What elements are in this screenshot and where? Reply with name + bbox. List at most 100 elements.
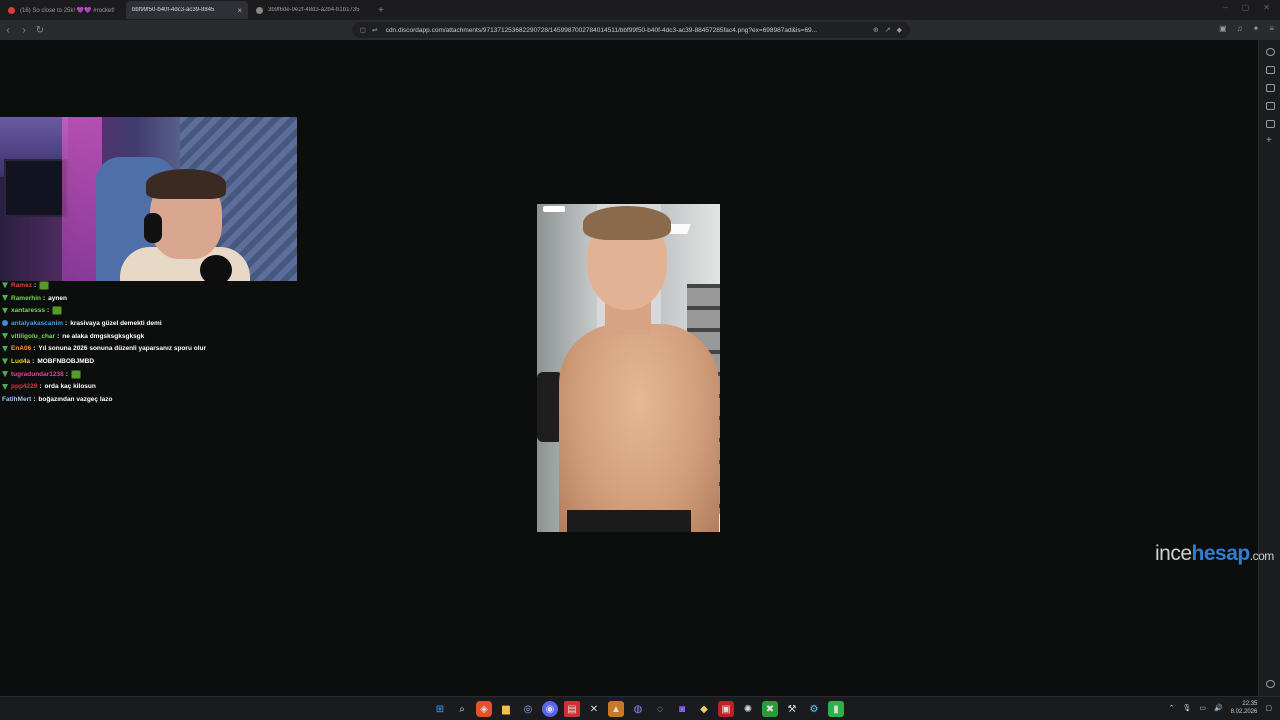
reader-icon[interactable]: ▣ <box>1219 24 1227 33</box>
bookmark-icon[interactable]: ◻ <box>360 26 366 34</box>
chat-username[interactable]: xantaresss <box>11 307 45 314</box>
gear-icon[interactable] <box>1266 680 1275 688</box>
chat-separator: : <box>32 357 35 365</box>
tab-active-image[interactable]: bbf99f50-b40f-4dc3-ac39-8845 × <box>126 1 248 19</box>
chat-username[interactable]: vitiligolu_char <box>11 333 55 340</box>
window-controls: – ▢ ✕ <box>1223 3 1270 12</box>
chat-text: boğazından vazgeç lazo <box>38 396 113 404</box>
notification-icon[interactable]: ▢ <box>1265 704 1272 712</box>
address-bar[interactable]: ◻ ⇌ cdn.discordapp.com/attachments/97137… <box>352 22 910 38</box>
maximize-icon[interactable]: ▢ <box>1242 3 1250 12</box>
microphone <box>200 255 232 281</box>
chat-username[interactable]: Lud4a <box>11 358 30 365</box>
xbox-icon[interactable]: ✖ <box>762 701 778 717</box>
chat-username[interactable]: tugradundar1238 <box>11 371 64 378</box>
wallet-icon[interactable] <box>1266 66 1275 74</box>
chat-separator: : <box>33 396 36 404</box>
tool-icon[interactable]: ⚒ <box>784 701 800 717</box>
chat-message: Ramez: <box>2 279 292 292</box>
chat-username[interactable]: Ramerhin <box>11 295 41 302</box>
chat-message: ppp4229: orda kaç kilosun <box>2 381 292 394</box>
tab-image-2[interactable]: 3b9f6de-9e2f-48d3-a2b4-b1b1735 <box>250 1 372 19</box>
screen: (16) So close to 25k! 💜💜 #rocket! bbf99f… <box>0 0 1280 720</box>
watermark-part3: .com <box>1249 549 1275 563</box>
subscriber-badge-icon <box>2 345 8 352</box>
chat-text: ne alaka dmgsksgksgksgk <box>62 332 145 340</box>
zoom-icon[interactable]: ⊕ <box>873 26 879 34</box>
calendar-icon[interactable]: ▤ <box>564 701 580 717</box>
discord-icon[interactable]: ◉ <box>542 701 558 717</box>
windows-start-icon[interactable]: ⊞ <box>432 701 448 717</box>
mic-icon[interactable]: 🎙 <box>1182 704 1191 712</box>
search-icon[interactable]: ⌕ <box>454 701 470 717</box>
openai-icon[interactable]: ✺ <box>740 701 756 717</box>
chrome-icon[interactable]: ◌ <box>652 701 668 717</box>
chat-text: orda kaç kilosun <box>44 383 96 391</box>
chat-message: Lud4a: MOBFNBOBJMBD <box>2 355 292 368</box>
leo-icon[interactable] <box>1266 48 1275 56</box>
url-text[interactable]: cdn.discordapp.com/attachments/971371253… <box>386 27 867 34</box>
share-icon[interactable]: ↗ <box>885 26 891 34</box>
cam-hair <box>146 169 226 199</box>
forward-icon[interactable]: › <box>16 25 32 36</box>
tab-title: 3b9f6de-9e2f-48d3-a2b4-b1b1735 <box>268 7 360 13</box>
browser-sidebar: + <box>1258 40 1280 696</box>
close-tab-icon[interactable]: × <box>237 6 242 15</box>
chat-emote-icon <box>70 369 81 379</box>
chat-emote-icon <box>52 306 63 316</box>
subscriber-badge-icon <box>2 383 8 390</box>
steam-icon[interactable]: ◎ <box>520 701 536 717</box>
watermark: incehesap.com <box>1155 542 1274 566</box>
network-icon[interactable]: ▭ <box>1199 704 1206 712</box>
shield-icon[interactable]: ◆ <box>897 26 902 34</box>
chat-separator: : <box>65 319 68 327</box>
chat-username[interactable]: antalyakascanim <box>11 320 63 327</box>
game-icon[interactable]: ▣ <box>718 701 734 717</box>
chat-username[interactable]: EnA06 <box>11 345 31 352</box>
globe-icon <box>256 6 263 14</box>
chat-text: krasivaya güzel demekti demi <box>70 319 162 327</box>
ai-icon[interactable]: ✦ <box>1253 24 1260 33</box>
chat-username[interactable]: Ramez <box>11 282 32 289</box>
menu-icon[interactable]: ≡ <box>1269 24 1274 33</box>
minimize-icon[interactable]: – <box>1223 3 1227 12</box>
displayed-photo <box>537 204 720 532</box>
chat-username[interactable]: ppp4229 <box>11 383 37 390</box>
reading-list-icon[interactable] <box>1266 120 1275 128</box>
bookmarks-icon[interactable] <box>1266 102 1275 110</box>
chat-text: MOBFNBOBJMBD <box>37 357 95 365</box>
close-window-icon[interactable]: ✕ <box>1263 3 1270 12</box>
subscriber-badge-icon <box>2 295 8 302</box>
spreadsheet-icon[interactable]: ▮ <box>828 701 844 717</box>
add-icon[interactable]: + <box>1266 136 1272 146</box>
chat-overlay: Ramez: Ramerhin: aynen xantaresss: antalyaka… <box>2 279 292 406</box>
chat-message: tugradundar1238: <box>2 368 292 381</box>
chat-username[interactable]: FatihMert <box>2 396 31 403</box>
chevron-up-icon[interactable]: ⌃ <box>1169 704 1175 712</box>
back-icon[interactable]: ‹ <box>0 25 16 36</box>
chat-separator: : <box>42 294 46 302</box>
chat-message: xantaresss: <box>2 304 292 317</box>
brave-icon[interactable]: ◈ <box>476 701 492 717</box>
clock[interactable]: 22:35 8.02.2026 <box>1231 700 1258 716</box>
volume-icon[interactable]: 🔊 <box>1214 704 1223 712</box>
tab-stream[interactable]: (16) So close to 25k! 💜💜 #rocket! <box>2 1 124 19</box>
chat-message: EnA06: Yıl sonuna 2026 sonuna düzenli yap… <box>2 342 292 355</box>
new-tab-button[interactable]: + <box>378 5 384 16</box>
chat-separator: : <box>33 281 37 289</box>
app-icon[interactable]: ▲ <box>608 701 624 717</box>
settings-icon[interactable]: ⚙ <box>806 701 822 717</box>
system-tray: ⌃ 🎙 ▭ 🔊 22:35 8.02.2026 ▢ <box>1169 700 1272 716</box>
folder-icon[interactable]: ▆ <box>498 701 514 717</box>
reload-icon[interactable]: ↻ <box>32 25 48 36</box>
music-icon[interactable]: ♫ <box>1237 24 1243 33</box>
cam-monitor <box>4 159 68 217</box>
obs-icon[interactable]: ◍ <box>630 701 646 717</box>
history-icon[interactable] <box>1266 84 1275 92</box>
x-icon[interactable]: ✕ <box>586 701 602 717</box>
headphones <box>144 213 162 243</box>
site-settings-icon[interactable]: ⇌ <box>372 26 378 34</box>
ticket-icon[interactable]: ◆ <box>696 701 712 717</box>
photo-hair <box>583 206 671 240</box>
twitch-icon[interactable]: ◙ <box>674 701 690 717</box>
